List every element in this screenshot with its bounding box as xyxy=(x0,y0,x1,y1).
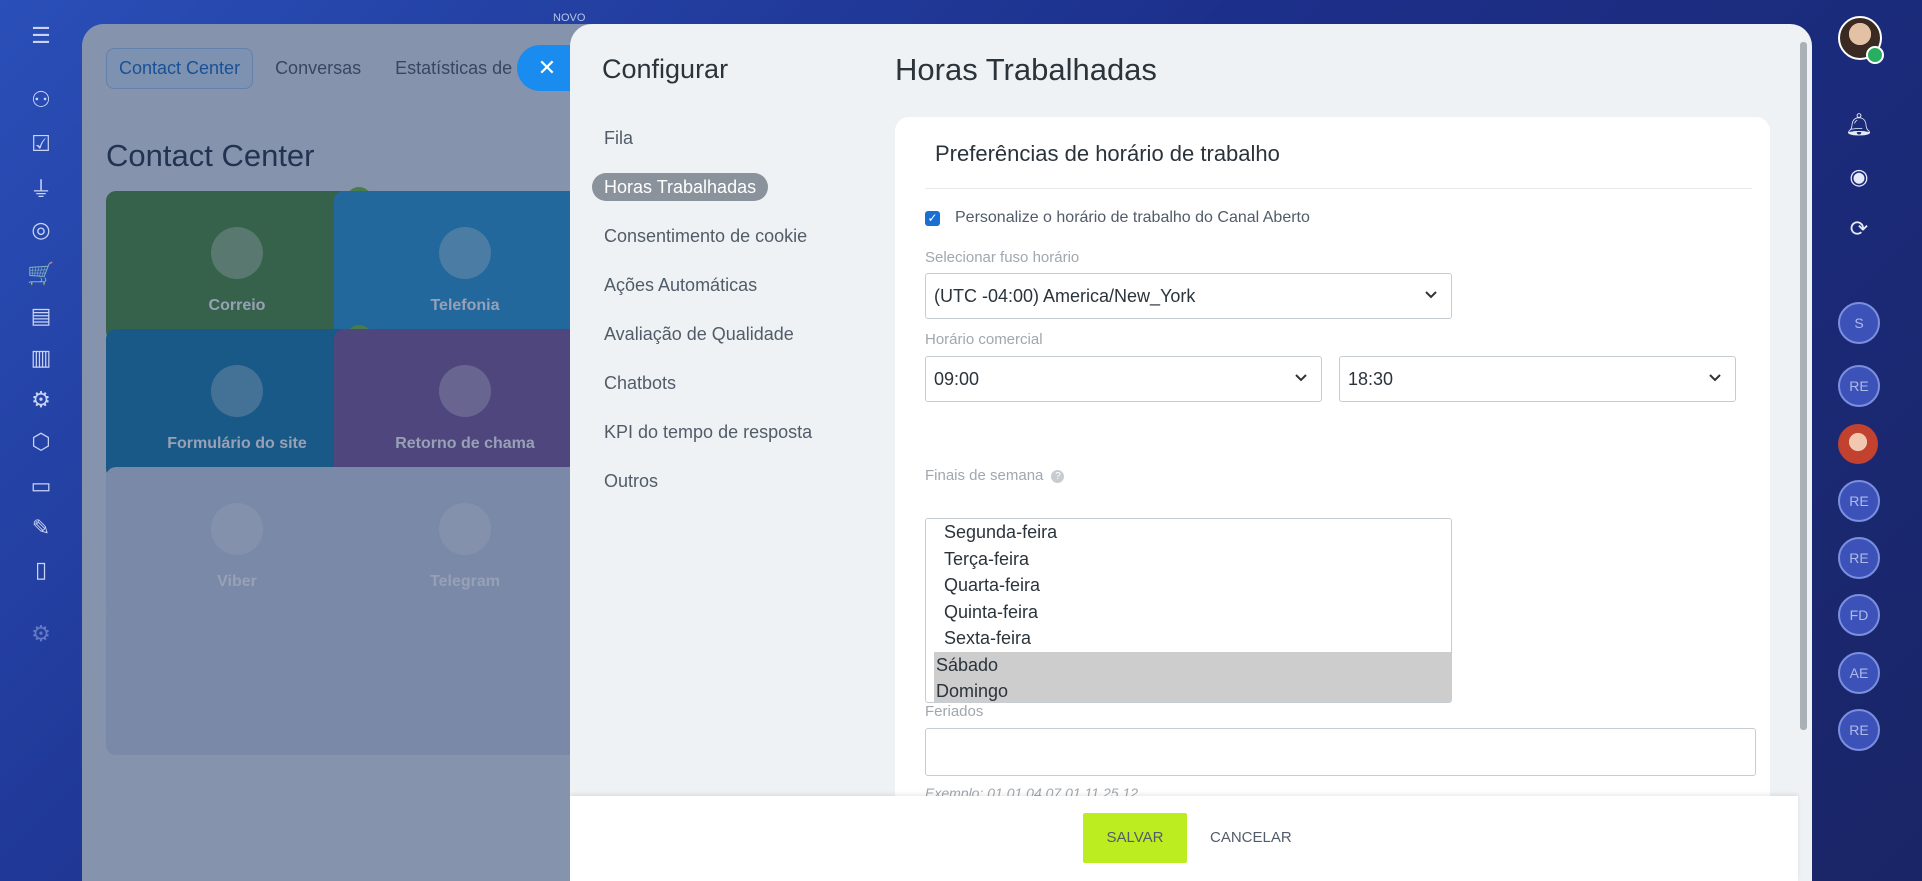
page-heading: Horas Trabalhadas xyxy=(895,52,1157,87)
weekends-listbox[interactable]: Segunda-feira Terça-feira Quarta-feira Quin… xyxy=(925,518,1452,703)
chat-avatar[interactable]: RE xyxy=(1838,537,1880,579)
chevron-down-icon xyxy=(1709,374,1721,382)
close-slider-button[interactable]: ✕ xyxy=(517,45,577,91)
weekends-label: Finais de semana xyxy=(925,467,1044,484)
sync-chat-icon[interactable]: ⟳ xyxy=(1842,212,1876,246)
new-badge: NOVO xyxy=(553,12,586,24)
hours-to-value: 18:30 xyxy=(1348,369,1394,389)
menu-item-label: Chatbots xyxy=(604,373,677,393)
menu-icon[interactable]: ☰ xyxy=(27,22,55,50)
business-hours-label: Horário comercial xyxy=(925,331,1043,348)
chevron-down-icon xyxy=(1425,291,1437,299)
online-status-icon xyxy=(1866,46,1884,64)
menu-item[interactable]: Chatbots xyxy=(592,369,882,418)
chat-avatar[interactable]: RE xyxy=(1838,480,1880,522)
chat-avatar[interactable]: S xyxy=(1838,302,1880,344)
hours-from-value: 09:00 xyxy=(934,369,980,389)
left-nav-rail: ☰ ⚇ ☑ ⏚ ◎ 🛒 ▤ ▥ ⚙ ⬡ ▭ ✎ ▯ ⚙ xyxy=(0,0,82,881)
close-icon: ✕ xyxy=(537,55,557,80)
settings-menu: Fila Horas Trabalhadas Consentimento de co… xyxy=(592,124,882,516)
menu-item[interactable]: KPI do tempo de resposta xyxy=(592,418,882,467)
save-button[interactable]: SALVAR xyxy=(1083,813,1187,863)
hours-from-select[interactable]: 09:00 xyxy=(925,356,1322,402)
doc-icon[interactable]: ▯ xyxy=(27,556,55,584)
card-icon[interactable]: ▤ xyxy=(27,302,55,330)
weekends-label-row: Finais de semana? xyxy=(925,467,1065,484)
menu-item[interactable]: Fila xyxy=(592,124,882,173)
cart-icon[interactable]: 🛒 xyxy=(27,260,55,288)
target-icon[interactable]: ◎ xyxy=(27,216,55,244)
weekday-option[interactable]: Sábado xyxy=(934,651,1451,678)
divider xyxy=(925,188,1752,189)
config-title: Configurar xyxy=(602,54,729,84)
menu-item-label: KPI do tempo de resposta xyxy=(604,422,813,442)
tasks-icon[interactable]: ☑ xyxy=(27,130,55,158)
chat-avatar[interactable]: AE xyxy=(1838,652,1880,694)
weekday-option[interactable]: Terça-feira xyxy=(934,546,1451,573)
menu-item-label: Horas Trabalhadas xyxy=(592,173,769,201)
menu-item[interactable]: Horas Trabalhadas xyxy=(592,173,882,222)
weekday-option[interactable]: Segunda-feira xyxy=(934,519,1451,546)
filter-icon[interactable]: ⏚ xyxy=(27,174,55,202)
holidays-label: Feriados xyxy=(925,703,984,720)
overlay-dim xyxy=(82,24,642,881)
menu-item-label: Consentimento de cookie xyxy=(604,226,808,246)
weekday-option[interactable]: Quinta-feira xyxy=(934,599,1451,626)
settings-icon[interactable]: ⚙ xyxy=(27,620,55,648)
menu-item-label: Ações Automáticas xyxy=(604,275,758,295)
timezone-label: Selecionar fuso horário xyxy=(925,249,1080,266)
chevron-down-icon xyxy=(1295,374,1307,382)
customize-hours-label: Personalize o horário de trabalho do Can… xyxy=(955,209,1310,226)
inbox-icon[interactable]: ▭ xyxy=(27,472,55,500)
menu-item-label: Avaliação de Qualidade xyxy=(604,324,794,344)
menu-item[interactable]: Outros xyxy=(592,467,882,516)
timezone-select[interactable]: (UTC -04:00) America/New_York xyxy=(925,273,1452,319)
scrollbar[interactable] xyxy=(1800,42,1807,730)
contact-center-page: Contact Center Conversas Estatísticas de… xyxy=(82,24,642,881)
settings-slider: Configurar Fila Horas Trabalhadas Consenti… xyxy=(570,24,1812,881)
chat-avatar[interactable]: RE xyxy=(1838,709,1880,751)
pulse-icon[interactable]: ◉ xyxy=(1842,160,1876,194)
menu-item[interactable]: Avaliação de Qualidade xyxy=(592,320,882,369)
bell-icon[interactable]: 🔔︎ xyxy=(1842,108,1876,142)
settings-card: Preferências de horário de trabalho ✓ Pe… xyxy=(895,117,1770,877)
contact-photo-avatar[interactable] xyxy=(1838,424,1878,464)
pen-icon[interactable]: ✎ xyxy=(27,514,55,542)
menu-item[interactable]: Consentimento de cookie xyxy=(592,222,882,271)
weekday-option[interactable]: Domingo xyxy=(934,678,1451,702)
weekday-option[interactable]: Sexta-feira xyxy=(934,625,1451,652)
chat-avatar[interactable]: FD xyxy=(1838,594,1880,636)
menu-item-label: Outros xyxy=(604,471,659,491)
section-title: Preferências de horário de trabalho xyxy=(935,141,1280,166)
help-icon[interactable]: ? xyxy=(1051,469,1065,483)
crm-icon[interactable]: ⚇ xyxy=(27,86,55,114)
chat-avatar[interactable]: RE xyxy=(1838,365,1880,407)
box-icon[interactable]: ⬡ xyxy=(27,428,55,456)
timezone-value: (UTC -04:00) America/New_York xyxy=(934,286,1196,306)
menu-item[interactable]: Ações Automáticas xyxy=(592,271,882,320)
footer-bar: SALVAR CANCELAR xyxy=(570,796,1798,881)
customize-hours-checkbox[interactable]: ✓ xyxy=(925,211,940,226)
robot-icon[interactable]: ⚙ xyxy=(27,386,55,414)
chart-icon[interactable]: ▥ xyxy=(27,344,55,372)
menu-item-label: Fila xyxy=(604,128,634,148)
holidays-input[interactable] xyxy=(925,728,1756,776)
weekday-option[interactable]: Quarta-feira xyxy=(934,572,1451,599)
cancel-button[interactable]: CANCELAR xyxy=(1210,813,1292,863)
hours-to-select[interactable]: 18:30 xyxy=(1339,356,1736,402)
